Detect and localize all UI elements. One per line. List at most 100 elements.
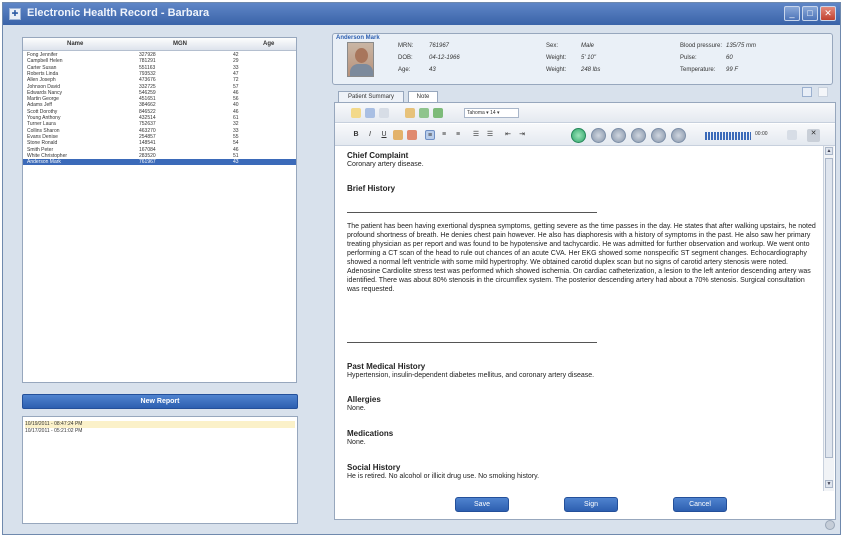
- field-value: 99 F: [726, 67, 739, 73]
- print-icon[interactable]: [379, 108, 389, 118]
- open-icon[interactable]: [351, 108, 361, 118]
- field-label: Weight:: [546, 67, 567, 73]
- mgn-cell: 551163: [139, 64, 156, 71]
- minimize-icon[interactable]: _: [784, 6, 800, 21]
- name-cell: Collins Sharon: [27, 127, 60, 134]
- mgn-cell: 781291: [139, 58, 156, 65]
- indent-increase-icon[interactable]: ⇥: [517, 130, 527, 140]
- list-item[interactable]: 10/19/2011 - 08:47:24 PM: [25, 421, 295, 428]
- italic-button[interactable]: I: [365, 130, 375, 140]
- patient-list: Name MGN Age Fong Jennifer 327928 42 Campbe…: [22, 37, 297, 383]
- mgn-cell: 327928: [139, 52, 156, 58]
- mgn-cell: 473676: [139, 77, 156, 84]
- list-item[interactable]: 10/17/2011 - 05:21:02 PM: [25, 428, 295, 435]
- divider: [347, 342, 597, 343]
- column-header-age[interactable]: Age: [263, 41, 274, 47]
- highlight-icon[interactable]: [393, 130, 403, 140]
- cancel-button[interactable]: Cancel: [673, 497, 727, 512]
- name-cell: Carter Susan: [27, 64, 57, 71]
- field-value: 43: [429, 67, 436, 73]
- age-cell: 72: [233, 77, 239, 84]
- record-icon[interactable]: [571, 128, 586, 143]
- underline-button[interactable]: U: [379, 130, 389, 140]
- field-value: 761967: [429, 43, 450, 49]
- scroll-down-icon[interactable]: ▼: [825, 480, 833, 488]
- title-bar[interactable]: ✚ Electronic Health Record - Barbara _ □…: [3, 3, 840, 25]
- age-cell: 46: [233, 89, 239, 96]
- vertical-scrollbar[interactable]: ▲ ▼: [823, 146, 834, 491]
- new-report-button[interactable]: New Report: [22, 394, 298, 409]
- field-value: 248 lbs: [581, 67, 601, 73]
- name-cell: White Christopher: [27, 152, 68, 159]
- age-cell: 29: [233, 58, 239, 65]
- patient-name: Anderson Mark: [336, 35, 380, 41]
- copy-icon[interactable]: [419, 108, 429, 118]
- name-cell: Roberts Linda: [27, 70, 59, 77]
- section-heading: Social History: [347, 463, 401, 472]
- name-cell: Adams Jeff: [27, 102, 52, 109]
- tools-icon[interactable]: ✕: [807, 129, 820, 142]
- indent-decrease-icon[interactable]: ⇤: [503, 130, 513, 140]
- microphone-icon[interactable]: [787, 130, 797, 140]
- font-color-icon[interactable]: [407, 130, 417, 140]
- resize-grip[interactable]: [825, 520, 835, 530]
- field-value: 5' 10": [581, 55, 596, 61]
- age-cell: 61: [233, 115, 239, 121]
- align-left-icon[interactable]: ≡: [425, 130, 435, 140]
- time-readout: 00:00: [755, 131, 768, 137]
- window-title: Electronic Health Record - Barbara: [27, 7, 210, 19]
- app-icon: ✚: [9, 8, 21, 20]
- align-center-icon[interactable]: ≡: [439, 130, 449, 140]
- age-cell: 55: [233, 133, 239, 140]
- section-text: None.: [347, 405, 366, 412]
- paste-icon[interactable]: [433, 108, 443, 118]
- scroll-up-icon[interactable]: ▲: [825, 147, 833, 155]
- cut-icon[interactable]: [405, 108, 415, 118]
- play-icon[interactable]: [611, 128, 626, 143]
- font-select[interactable]: Tahoma ▾ 14 ▾: [464, 108, 519, 118]
- note-editor: Tahoma ▾ 14 ▾ B I U ≡ ≡ ≡ ☰ ☰ ⇤ ⇥ 00:00 …: [334, 102, 836, 520]
- mgn-cell: 451651: [139, 96, 156, 103]
- note-document[interactable]: Chief Complaint Coronary artery disease.…: [347, 151, 819, 489]
- stop-icon[interactable]: [651, 128, 666, 143]
- maximize-icon[interactable]: □: [802, 6, 818, 21]
- section-heading: Medications: [347, 429, 394, 438]
- age-cell: 40: [233, 102, 239, 109]
- section-heading: Allergies: [347, 395, 381, 404]
- column-header-mgn[interactable]: MGN: [173, 41, 187, 47]
- age-cell: 33: [233, 127, 239, 134]
- avatar: [347, 42, 374, 77]
- field-label: MRN:: [398, 43, 414, 49]
- column-header-name[interactable]: Name: [67, 41, 83, 47]
- save-button[interactable]: Save: [455, 497, 509, 512]
- pause-icon[interactable]: [631, 128, 646, 143]
- save-icon[interactable]: [365, 108, 375, 118]
- age-cell: 32: [233, 121, 239, 128]
- bold-button[interactable]: B: [351, 130, 361, 140]
- field-label: DOB:: [398, 55, 413, 61]
- age-cell: 42: [233, 52, 239, 58]
- field-value: 60: [726, 55, 733, 61]
- close-icon[interactable]: ✕: [820, 6, 836, 21]
- mgn-cell: 432514: [139, 115, 156, 121]
- rewind-icon[interactable]: [591, 128, 606, 143]
- sign-button[interactable]: Sign: [564, 497, 618, 512]
- age-cell: 46: [233, 108, 239, 115]
- align-right-icon[interactable]: ≡: [453, 130, 463, 140]
- field-label: Blood pressure:: [680, 43, 723, 49]
- tab-patient-summary[interactable]: Patient Summary: [338, 91, 404, 102]
- forward-icon[interactable]: [671, 128, 686, 143]
- field-value: 04-12-1966: [429, 55, 460, 61]
- bullet-list-icon[interactable]: ☰: [471, 130, 481, 140]
- field-label: Pulse:: [680, 55, 697, 61]
- print-icon[interactable]: [802, 87, 812, 97]
- name-cell: Allen Joseph: [27, 77, 56, 84]
- age-cell: 54: [233, 140, 239, 147]
- mgn-cell: 283520: [139, 152, 156, 159]
- mgn-cell: 752637: [139, 121, 156, 128]
- scroll-thumb[interactable]: [825, 158, 833, 458]
- table-row[interactable]: Anderson Mark 761967 43: [23, 159, 296, 166]
- age-cell: 51: [233, 152, 239, 159]
- collapse-icon[interactable]: [818, 87, 828, 97]
- numbered-list-icon[interactable]: ☰: [485, 130, 495, 140]
